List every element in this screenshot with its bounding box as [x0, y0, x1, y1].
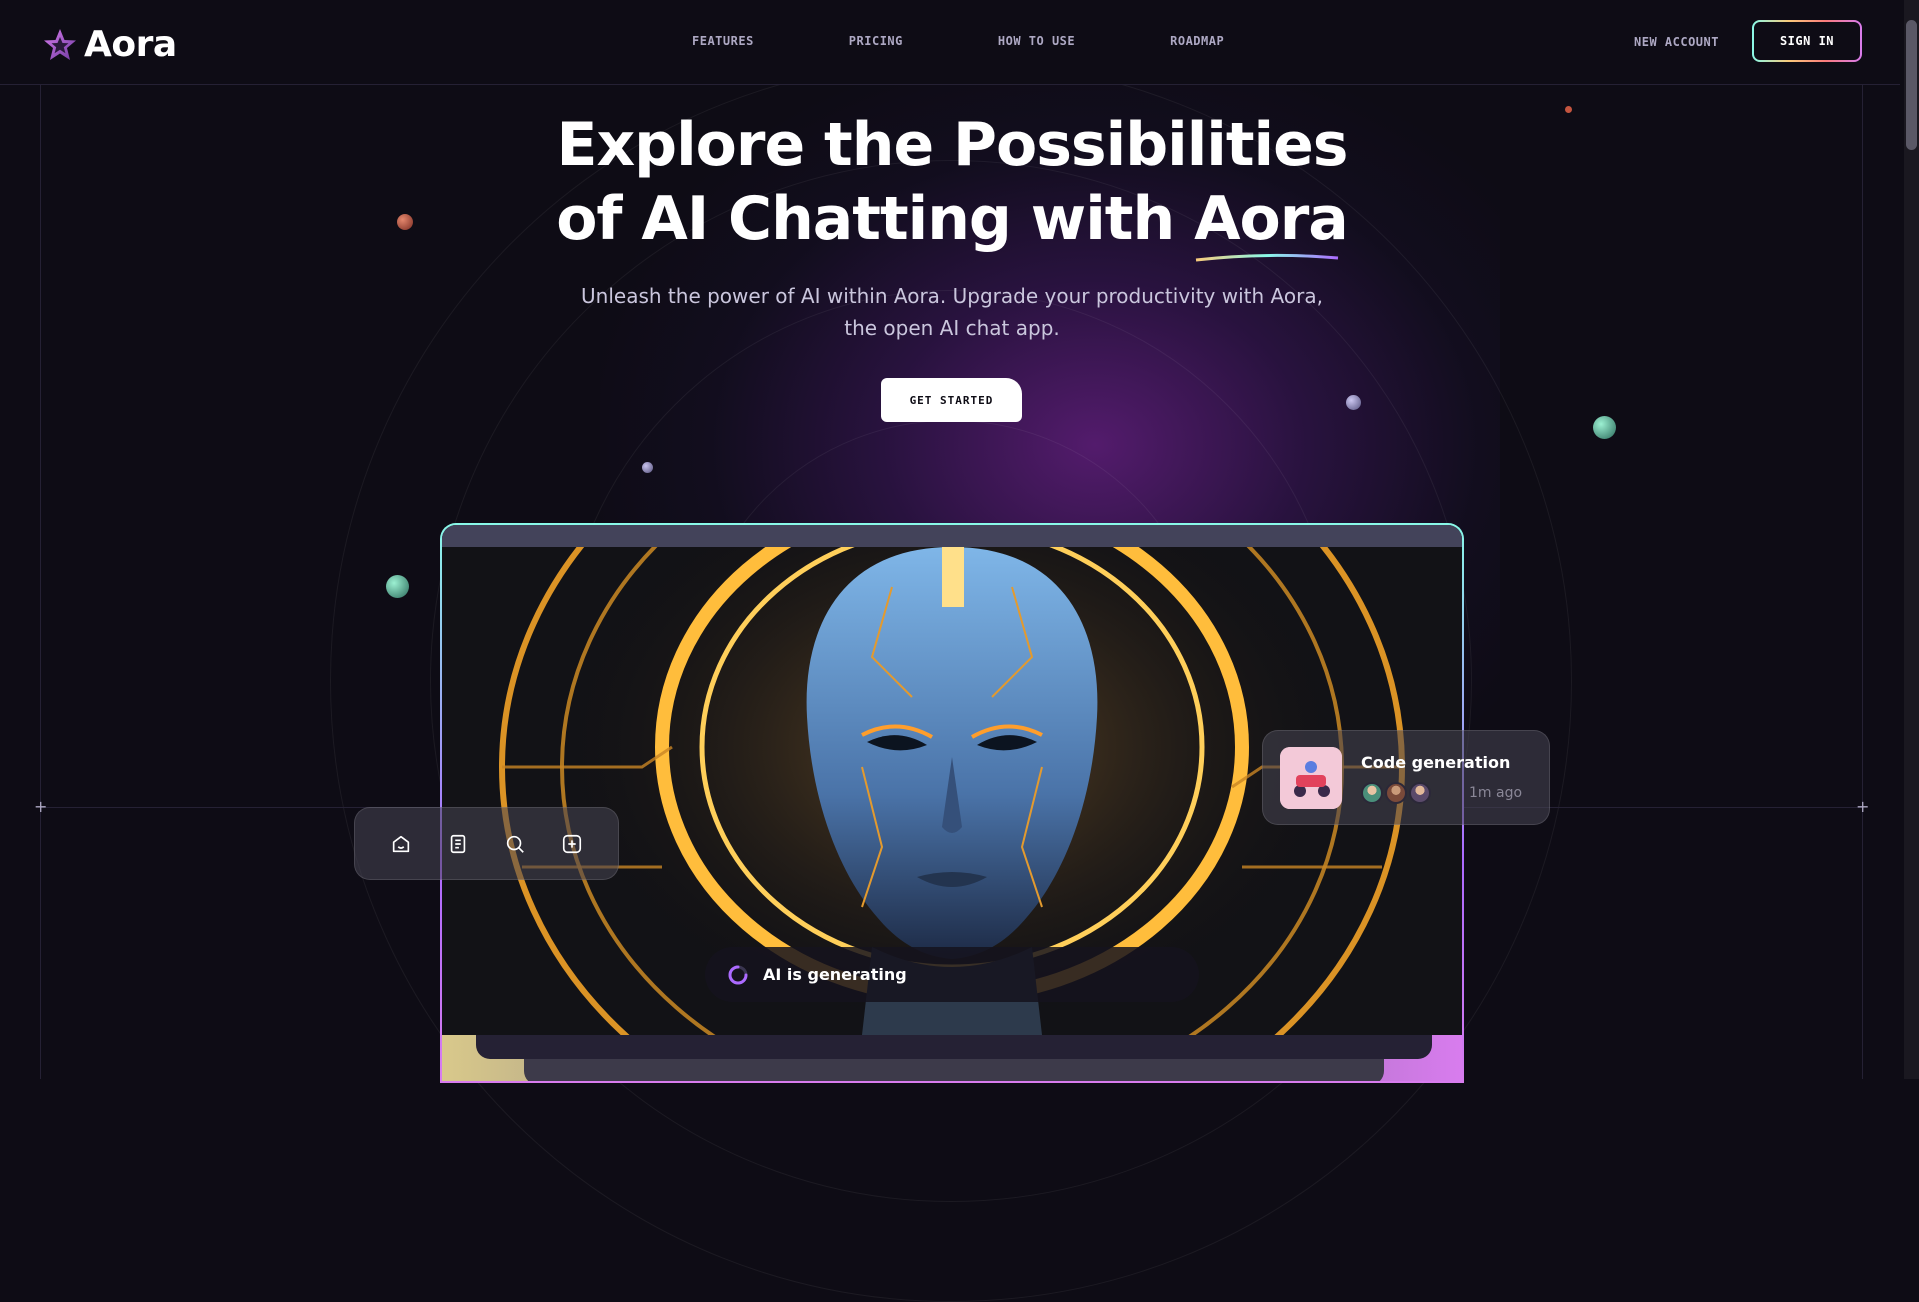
hero-title: Explore the Possibilities of AI Chatting… — [0, 108, 1904, 262]
plus-icon: + — [1856, 797, 1870, 816]
ai-generating-status: AI is generating — [705, 947, 1199, 1002]
code-card-time: 1m ago — [1469, 785, 1523, 801]
highlight-text: Aora — [1194, 184, 1349, 254]
frame-topbar — [442, 525, 1462, 547]
nav-pricing[interactable]: PRICING — [849, 34, 903, 48]
orb-decoration — [1593, 416, 1616, 439]
orb-decoration — [386, 575, 409, 598]
nav-roadmap[interactable]: ROADMAP — [1170, 34, 1224, 48]
frame-tray — [476, 1035, 1432, 1059]
sign-in-button[interactable]: SIGN IN — [1752, 20, 1862, 62]
hero-title-line1: Explore the Possibilities — [556, 110, 1348, 180]
site-header: Aora FEATURES PRICING HOW TO USE ROADMAP… — [0, 0, 1900, 85]
nav-features[interactable]: FEATURES — [692, 34, 754, 48]
loading-spinner-icon — [728, 965, 748, 984]
search-icon[interactable] — [502, 831, 528, 857]
orb-decoration — [1346, 395, 1361, 410]
main-nav: FEATURES PRICING HOW TO USE ROADMAP — [692, 34, 1224, 48]
hero-subtitle-line2: the open AI chat app. — [844, 316, 1060, 340]
avatar-group — [1361, 782, 1431, 804]
logo[interactable]: Aora — [42, 24, 177, 65]
side-toolbar — [354, 807, 619, 880]
home-icon[interactable] — [388, 831, 414, 857]
scrollbar-thumb[interactable] — [1906, 20, 1917, 150]
code-thumbnail — [1280, 747, 1342, 809]
hero-subtitle-line1: Unleash the power of AI within Aora. Upg… — [581, 284, 1323, 308]
get-started-button[interactable]: GET STARTED — [881, 378, 1022, 422]
plus-square-icon[interactable] — [559, 831, 585, 857]
new-account-link[interactable]: NEW ACCOUNT — [1634, 35, 1719, 49]
logo-text: Aora — [84, 24, 177, 65]
star-logo-icon — [44, 28, 76, 60]
scrollbar-track[interactable] — [1904, 0, 1919, 1079]
avatar — [1385, 782, 1407, 804]
curve-underline — [1195, 253, 1339, 262]
frame-tray-back — [524, 1059, 1384, 1081]
avatar — [1361, 782, 1383, 804]
code-generation-card[interactable]: Code generation 1m ago — [1262, 730, 1550, 825]
hero-title-line2: of AI Chatting with — [556, 184, 1195, 254]
code-card-title: Code generation — [1361, 753, 1511, 772]
ai-generating-text: AI is generating — [763, 965, 907, 984]
hero-subtitle: Unleash the power of AI within Aora. Upg… — [0, 280, 1904, 344]
plus-icon: + — [34, 797, 48, 816]
nav-how-to-use[interactable]: HOW TO USE — [998, 34, 1075, 48]
hero-title-highlight: Aora — [1194, 182, 1349, 262]
file-icon[interactable] — [445, 831, 471, 857]
avatar — [1409, 782, 1431, 804]
orb-decoration — [642, 462, 653, 473]
